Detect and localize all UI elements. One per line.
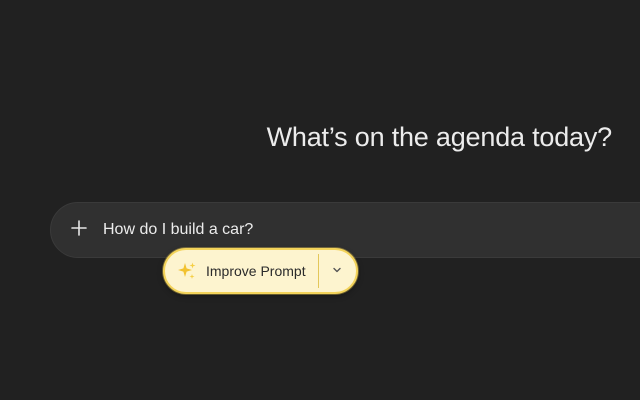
plus-icon [70, 219, 88, 242]
improve-prompt-options-button[interactable] [319, 250, 356, 292]
improve-prompt-button[interactable]: Improve Prompt [165, 250, 318, 292]
improve-prompt-pill: Improve Prompt [163, 248, 358, 294]
improve-prompt-label: Improve Prompt [206, 263, 306, 279]
add-attachment-button[interactable] [65, 216, 93, 244]
prompt-input[interactable]: How do I build a car? [103, 220, 253, 240]
page-title: What’s on the agenda today? [266, 122, 613, 152]
sparkles-icon [177, 261, 197, 281]
app-screen: What’s on the agenda today? How do I bui… [0, 0, 640, 400]
chevron-down-icon [332, 262, 342, 280]
